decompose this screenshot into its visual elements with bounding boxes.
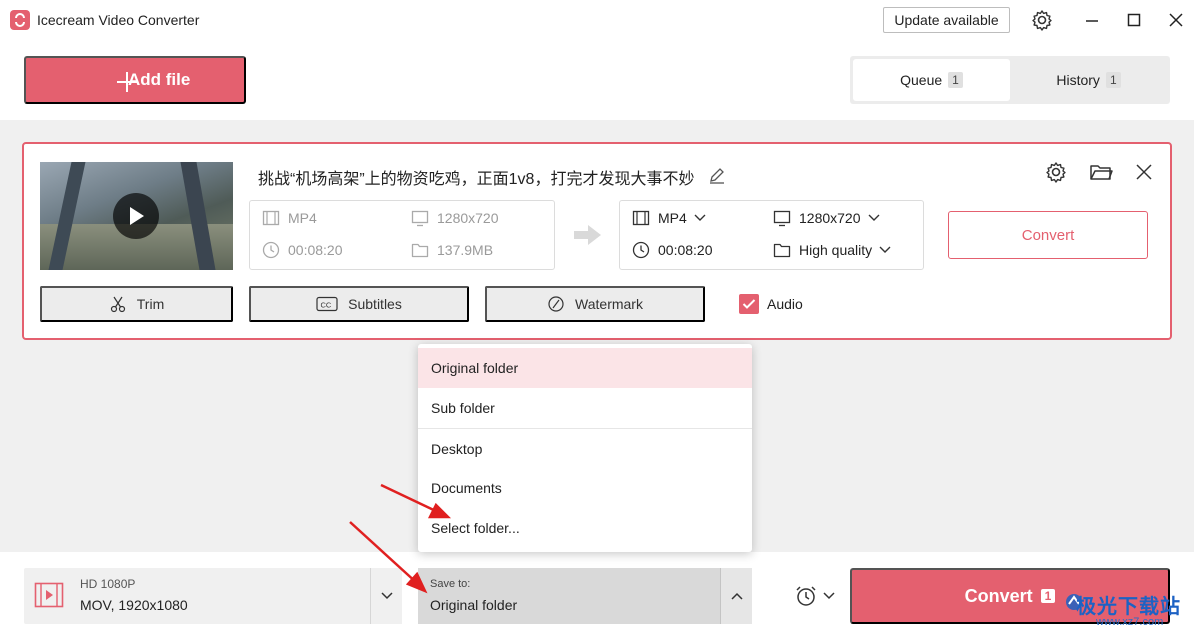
dropdown-option-sub-folder[interactable]: Sub folder [418,388,752,428]
convert-all-label: Convert [964,585,1033,606]
queue-history-tabs: Queue 1 History 1 [850,56,1170,104]
edit-pencil-icon[interactable] [708,166,726,187]
maximize-icon[interactable] [1122,8,1146,32]
svg-text:CC: CC [321,301,332,310]
tab-queue-count: 1 [948,72,963,88]
chevron-down-icon [823,592,835,600]
play-icon[interactable] [113,193,159,239]
tab-queue-label: Queue [900,72,943,88]
film-icon [262,210,280,226]
checkmark-icon [739,294,759,314]
folder-icon [773,243,791,258]
close-window-icon[interactable] [1164,8,1188,32]
app-logo-icon [10,10,30,30]
source-resolution: 1280x720 [411,209,499,227]
watermark-icon [548,296,564,312]
target-format-select[interactable]: MP4 [632,209,715,227]
add-file-button[interactable]: Add file [24,56,246,104]
update-available-button[interactable]: Update available [883,7,1010,33]
watermark-button[interactable]: Watermark [485,286,705,322]
dropdown-option-select-folder[interactable]: Select folder... [418,508,752,548]
output-format-preset: HD 1080P [80,577,136,591]
remove-file-close-icon[interactable] [1132,160,1156,184]
watermark-text: 极光下载站 [1076,596,1181,618]
target-quality-select[interactable]: High quality [773,241,900,259]
tab-queue[interactable]: Queue 1 [853,59,1010,101]
source-format: MP4 [262,209,317,227]
source-size: 137.9MB [411,241,493,259]
target-duration: 00:08:20 [632,241,713,259]
conversion-arrow-icon [572,222,604,251]
add-file-label: Add file [128,70,191,89]
monitor-icon [773,210,791,227]
dropdown-option-original-folder[interactable]: Original folder [418,348,752,388]
output-format-select[interactable] [24,568,370,624]
save-to-select[interactable] [418,568,720,624]
save-to-dropdown: Original folder Sub folder Desktop Docum… [418,344,752,552]
settings-gear-icon[interactable] [1030,8,1054,32]
film-icon [632,210,650,226]
tab-history[interactable]: History 1 [1010,59,1167,101]
schedule-timer[interactable] [794,584,836,608]
dropdown-option-desktop[interactable]: Desktop [418,429,752,469]
chevron-down-icon [879,246,891,253]
chevron-down-icon [694,214,706,221]
app-title: Icecream Video Converter [37,12,200,28]
title-bar: Icecream Video Converter Update availabl… [0,0,1194,40]
minimize-icon[interactable] [1080,8,1104,32]
file-title: 挑战“机场高架”上的物资吃鸡，正面1v8，打完才发现大事不妙 [258,171,695,188]
output-format-value: MOV, 1920x1080 [80,597,188,613]
monitor-icon [411,210,429,227]
closed-captions-icon: CC [316,296,338,312]
scissors-icon [110,296,125,313]
file-settings-gear-icon[interactable] [1044,160,1068,184]
save-to-chevron-up-icon[interactable] [720,568,752,624]
tab-history-label: History [1056,72,1100,88]
save-to-value: Original folder [430,597,518,613]
trim-button[interactable]: Trim [40,286,233,322]
audio-checkbox[interactable]: Audio [739,294,803,314]
dropdown-option-documents[interactable]: Documents [418,468,752,508]
save-to-label: Save to: [430,578,471,590]
file-convert-button[interactable]: Convert [948,211,1148,259]
chevron-down-icon [868,214,880,221]
alarm-clock-icon [796,586,816,606]
convert-all-count: 1 [1040,589,1056,603]
watermark-url: www.xz7.com [1096,616,1164,628]
subtitles-button[interactable]: CC Subtitles [249,286,469,322]
clock-icon [262,241,280,259]
video-format-icon [34,582,64,611]
tab-history-count: 1 [1105,72,1121,88]
open-folder-icon[interactable] [1089,160,1113,184]
target-resolution-select[interactable]: 1280x720 [773,209,889,227]
clock-icon [632,241,650,259]
folder-icon [411,243,429,258]
source-duration: 00:08:20 [262,241,343,259]
output-format-chevron-icon[interactable] [370,568,402,624]
